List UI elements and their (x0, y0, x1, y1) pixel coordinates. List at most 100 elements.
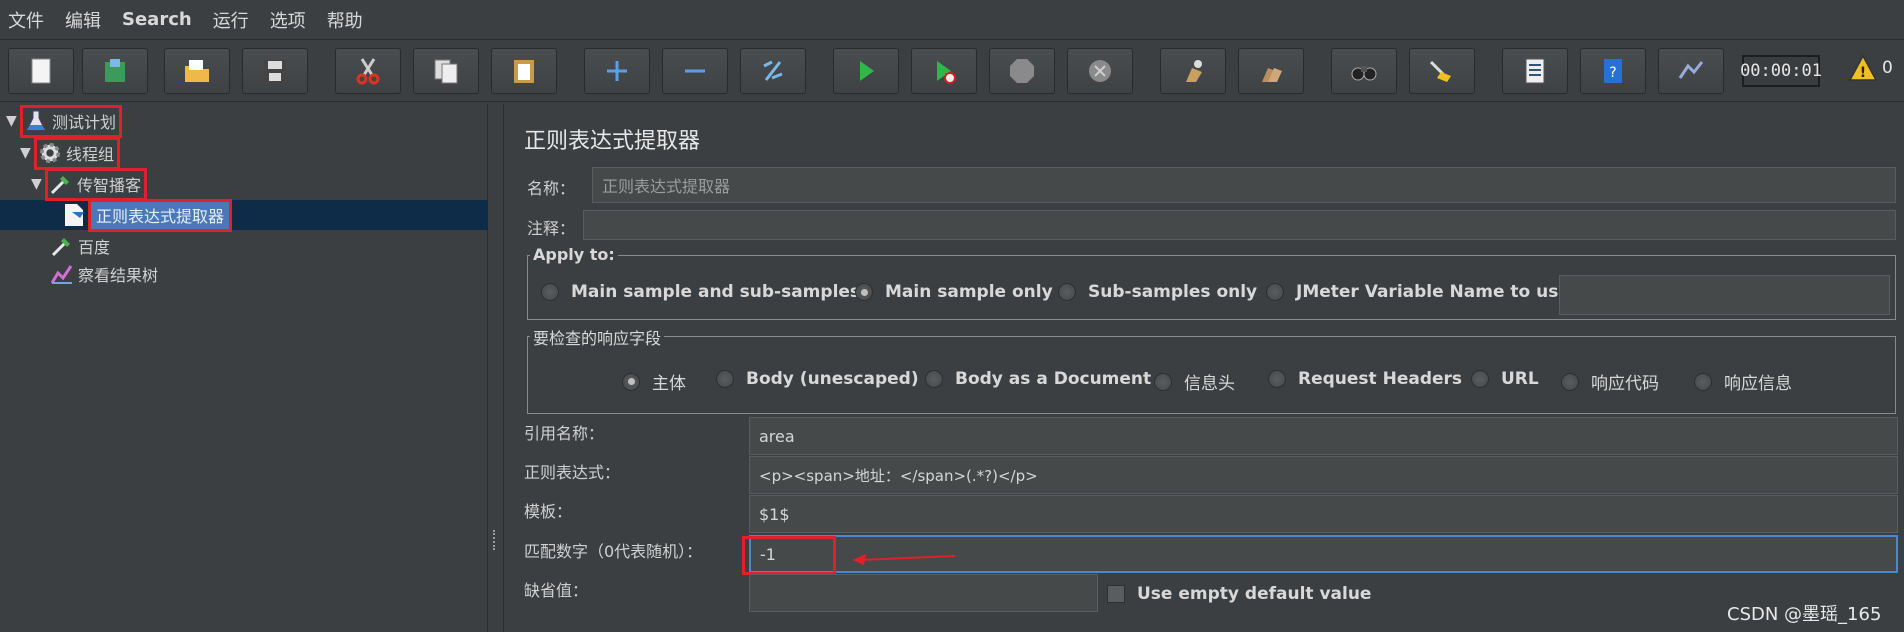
radio-circle[interactable] (1471, 370, 1489, 388)
start-button[interactable] (833, 48, 899, 94)
clear-all-button[interactable] (1238, 48, 1304, 94)
tree-node-sampler-baidu[interactable]: 百度 (50, 231, 110, 261)
expand-arrow-icon[interactable]: ▼ (6, 113, 22, 129)
tree-node-view-results[interactable]: 察看结果树 (50, 259, 158, 289)
split-pane-divider[interactable] (488, 104, 504, 632)
menu-run[interactable]: 运行 (213, 7, 249, 33)
tree-node-label: 察看结果树 (78, 266, 159, 285)
radio-body[interactable]: 主体 (622, 369, 686, 394)
name-field[interactable]: 正则表达式提取器 (592, 167, 1896, 203)
radio-main-and-sub[interactable]: Main sample and sub-samples (541, 282, 860, 302)
save-button[interactable] (242, 48, 308, 94)
tree-node-label: 测试计划 (52, 113, 117, 132)
menu-edit[interactable]: 编辑 (65, 7, 101, 33)
tree-node-thread-group[interactable]: ▼ 线程组 (20, 136, 121, 170)
template-field[interactable]: $1$ (749, 495, 1898, 533)
function-helper-button[interactable] (1502, 48, 1568, 94)
search-button[interactable] (1331, 48, 1397, 94)
grip-icon (493, 530, 499, 550)
svg-text:?: ? (1609, 65, 1616, 81)
cut-icon (356, 58, 380, 85)
radio-response-code[interactable]: 响应代码 (1561, 369, 1659, 394)
tree-node-test-plan[interactable]: ▼ 测试计划 (6, 104, 123, 138)
pipette-icon (50, 234, 74, 258)
apply-to-title: Apply to: (530, 245, 618, 264)
regex-label: 正则表达式： (524, 463, 621, 482)
remote-button[interactable] (1658, 48, 1724, 94)
expand-arrow-icon[interactable]: ▼ (20, 145, 36, 161)
broom-icon (1429, 60, 1451, 82)
new-icon (31, 58, 51, 84)
new-button[interactable] (8, 48, 74, 94)
menu-file[interactable]: 文件 (8, 7, 44, 33)
checkbox-box[interactable] (1107, 585, 1125, 603)
response-field-title: 要检查的响应字段 (530, 325, 665, 349)
jmeter-variable-field[interactable] (1559, 275, 1890, 315)
function-helper-icon (1525, 58, 1545, 84)
radio-circle[interactable] (716, 370, 734, 388)
shutdown-icon (1089, 60, 1111, 82)
radio-headers[interactable]: 信息头 (1154, 369, 1235, 394)
use-empty-default-checkbox[interactable]: Use empty default value (1107, 584, 1371, 604)
open-icon (185, 60, 209, 82)
tree-node-sampler-chuanzhi[interactable]: ▼ 传智播客 (31, 167, 148, 201)
reset-search-button[interactable] (1409, 48, 1475, 94)
ref-name-label: 引用名称： (524, 424, 605, 443)
radio-circle[interactable] (622, 372, 640, 391)
regex-field[interactable]: <p><span>地址：</span>(.*?)</p> (749, 456, 1898, 494)
open-button[interactable] (164, 48, 230, 94)
radio-circle[interactable] (855, 283, 873, 301)
clear-all-icon (1262, 68, 1282, 82)
comment-field[interactable] (583, 210, 1896, 240)
paste-button[interactable] (491, 48, 557, 94)
stop-icon (1010, 59, 1034, 83)
shutdown-button[interactable] (1067, 48, 1133, 94)
radio-circle[interactable] (541, 283, 559, 301)
menu-options[interactable]: 选项 (270, 7, 306, 33)
menu-help[interactable]: 帮助 (327, 7, 363, 33)
start-no-pause-button[interactable] (911, 48, 977, 94)
expand-button[interactable] (584, 48, 650, 94)
start-icon (860, 61, 874, 81)
warning-indicator[interactable]: ! 0 (1848, 54, 1893, 82)
menu-search[interactable]: Search (122, 9, 192, 30)
radio-main-only[interactable]: Main sample only (855, 282, 1053, 302)
toggle-button[interactable] (740, 48, 806, 94)
radio-circle[interactable] (1154, 372, 1172, 391)
radio-jmeter-variable[interactable]: JMeter Variable Name to use (1266, 282, 1570, 302)
warning-count: 0 (1882, 58, 1893, 78)
toolbar: ? 00:00:01 ! 0 (0, 42, 1904, 102)
save-icon (264, 60, 286, 82)
copy-button[interactable] (413, 48, 479, 94)
copy-icon (434, 59, 458, 84)
templates-button[interactable] (82, 48, 148, 94)
default-label: 缺省值： (524, 581, 589, 600)
clear-icon (1186, 60, 1202, 82)
ref-name-field[interactable]: area (749, 417, 1898, 455)
help-button[interactable]: ? (1580, 48, 1646, 94)
clear-button[interactable] (1160, 48, 1226, 94)
radio-circle[interactable] (1561, 372, 1579, 391)
highlight-box (742, 536, 836, 575)
radio-sub-only[interactable]: Sub-samples only (1058, 282, 1257, 302)
cut-button[interactable] (335, 48, 401, 94)
radio-body-unescaped[interactable]: Body (unescaped) (716, 369, 919, 389)
radio-circle[interactable] (1268, 370, 1286, 388)
tree-node-regex-extractor[interactable]: 正则表达式提取器 (62, 198, 233, 232)
stop-button[interactable] (989, 48, 1055, 94)
radio-body-document[interactable]: Body as a Document (925, 369, 1151, 389)
comment-label: 注释： (527, 219, 576, 238)
radio-url[interactable]: URL (1471, 369, 1539, 389)
radio-circle[interactable] (925, 370, 943, 388)
radio-response-message[interactable]: 响应信息 (1694, 369, 1792, 394)
radio-request-headers[interactable]: Request Headers (1268, 369, 1462, 389)
radio-circle[interactable] (1694, 372, 1712, 391)
start-no-pause-icon (937, 61, 956, 84)
collapse-button[interactable] (662, 48, 728, 94)
default-field[interactable] (749, 574, 1098, 612)
tree-node-label: 线程组 (66, 145, 115, 164)
radio-circle[interactable] (1266, 283, 1284, 301)
radio-circle[interactable] (1058, 283, 1076, 301)
expand-arrow-icon[interactable]: ▼ (31, 176, 47, 192)
tree-node-label: 百度 (78, 238, 111, 257)
